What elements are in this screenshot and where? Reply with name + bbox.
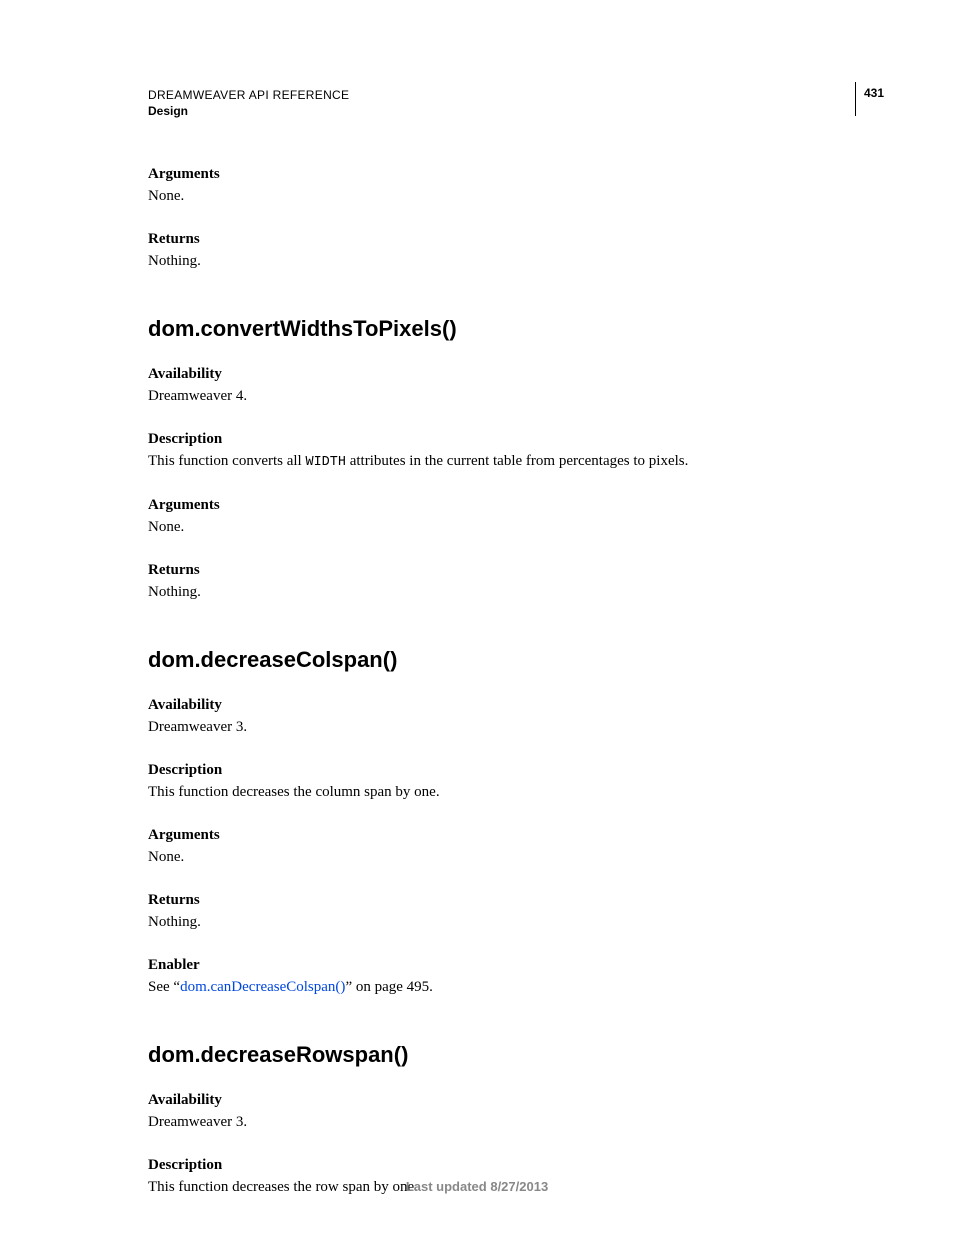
method-heading: dom.convertWidthsToPixels() bbox=[148, 316, 864, 342]
returns-label: Returns bbox=[148, 562, 864, 579]
doc-title: DREAMWEAVER API REFERENCE bbox=[148, 88, 349, 102]
arguments-label: Arguments bbox=[148, 827, 864, 844]
description-post: attributes in the current table from per… bbox=[346, 453, 688, 469]
enabler-post: ” on page 495. bbox=[345, 979, 432, 995]
availability-label: Availability bbox=[148, 697, 864, 714]
enabler-pre: See “ bbox=[148, 979, 180, 995]
arguments-label: Arguments bbox=[148, 497, 864, 514]
returns-value: Nothing. bbox=[148, 251, 864, 272]
arguments-value: None. bbox=[148, 186, 864, 207]
header-left: DREAMWEAVER API REFERENCE Design bbox=[148, 88, 349, 118]
availability-label: Availability bbox=[148, 366, 864, 383]
returns-value: Nothing. bbox=[148, 582, 864, 603]
method-heading: dom.decreaseColspan() bbox=[148, 647, 864, 673]
page-header: DREAMWEAVER API REFERENCE Design bbox=[148, 88, 864, 118]
availability-value: Dreamweaver 3. bbox=[148, 1112, 864, 1133]
availability-value: Dreamweaver 4. bbox=[148, 386, 864, 407]
section-name: Design bbox=[148, 104, 349, 118]
returns-label: Returns bbox=[148, 892, 864, 909]
description-label: Description bbox=[148, 762, 864, 779]
page-number-box: 431 bbox=[855, 82, 884, 116]
arguments-value: None. bbox=[148, 847, 864, 868]
returns-label: Returns bbox=[148, 231, 864, 248]
enabler-value: See “dom.canDecreaseColspan()” on page 4… bbox=[148, 977, 864, 998]
enabler-label: Enabler bbox=[148, 957, 864, 974]
method-heading: dom.decreaseRowspan() bbox=[148, 1042, 864, 1068]
availability-value: Dreamweaver 3. bbox=[148, 717, 864, 738]
page-number: 431 bbox=[864, 86, 884, 100]
availability-label: Availability bbox=[148, 1092, 864, 1109]
description-label: Description bbox=[148, 431, 864, 448]
arguments-value: None. bbox=[148, 517, 864, 538]
enabler-link[interactable]: dom.canDecreaseColspan() bbox=[180, 979, 345, 995]
arguments-label: Arguments bbox=[148, 166, 864, 183]
description-value: This function decreases the column span … bbox=[148, 782, 864, 803]
page-footer: Last updated 8/27/2013 bbox=[0, 1179, 954, 1194]
returns-value: Nothing. bbox=[148, 912, 864, 933]
content-body: Arguments None. Returns Nothing. dom.con… bbox=[148, 166, 864, 1198]
description-code: WIDTH bbox=[305, 455, 346, 470]
description-label: Description bbox=[148, 1157, 864, 1174]
description-pre: This function converts all bbox=[148, 453, 305, 469]
document-page: DREAMWEAVER API REFERENCE Design 431 Arg… bbox=[0, 0, 954, 1238]
description-value: This function converts all WIDTH attribu… bbox=[148, 451, 864, 473]
